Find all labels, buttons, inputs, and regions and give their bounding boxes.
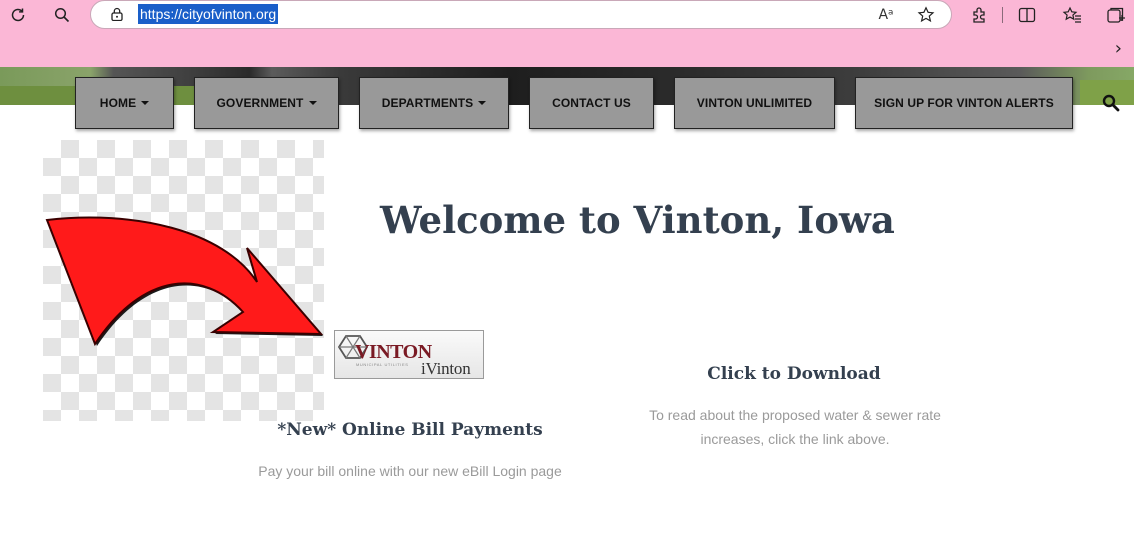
- nav-vinton-alerts-label: SIGN UP FOR VINTON ALERTS: [874, 96, 1054, 110]
- logo-tagline: iVinton: [421, 359, 471, 378]
- chevron-right-icon[interactable]: ›: [1115, 38, 1122, 59]
- download-heading[interactable]: Click to Download: [644, 364, 944, 384]
- site-search-icon[interactable]: [1102, 94, 1120, 112]
- search-icon[interactable]: [49, 3, 75, 27]
- nav-government[interactable]: GOVERNMENT: [194, 77, 339, 129]
- favorites-icon[interactable]: [1059, 3, 1085, 27]
- collections-icon[interactable]: [1103, 3, 1129, 27]
- refresh-icon[interactable]: [5, 3, 31, 27]
- nav-contact-us[interactable]: CONTACT US: [529, 77, 654, 129]
- nav-vinton-unlimited[interactable]: VINTON UNLIMITED: [674, 77, 835, 129]
- red-arrow-icon: [45, 216, 324, 347]
- split-screen-icon[interactable]: [1014, 3, 1040, 27]
- nav-departments[interactable]: DEPARTMENTS: [359, 77, 509, 129]
- nav-vinton-alerts[interactable]: SIGN UP FOR VINTON ALERTS: [855, 77, 1073, 129]
- read-aloud-icon[interactable]: Aᵃ: [875, 4, 897, 26]
- lock-icon[interactable]: [111, 7, 123, 21]
- address-bar[interactable]: https://cityofvinton.org Aᵃ: [90, 0, 952, 29]
- nav-home-label: HOME: [99, 96, 137, 110]
- extensions-icon[interactable]: [966, 3, 992, 27]
- page-title: Welcome to Vinton, Iowa: [380, 198, 895, 242]
- logo-subtitle: MUNICIPAL UTILITIES: [356, 362, 409, 367]
- bill-payments-heading[interactable]: *New* Online Bill Payments: [260, 420, 560, 440]
- caret-down-icon: [308, 101, 317, 105]
- nav-contact-label: CONTACT US: [552, 96, 631, 110]
- nav-home[interactable]: HOME: [75, 77, 174, 129]
- nav-departments-label: DEPARTMENTS: [381, 96, 474, 110]
- nav-government-label: GOVERNMENT: [216, 96, 304, 110]
- bill-payments-text: Pay your bill online with our new eBill …: [258, 463, 562, 479]
- download-text: To read about the proposed water & sewer…: [649, 407, 941, 447]
- url-text[interactable]: https://cityofvinton.org: [138, 4, 279, 24]
- favorite-star-icon[interactable]: [915, 4, 937, 26]
- caret-down-icon: [478, 101, 487, 105]
- vinton-utilities-logo[interactable]: VINTON MUNICIPAL UTILITIES iVinton: [334, 330, 484, 379]
- browser-toolbar: https://cityofvinton.org Aᵃ: [0, 0, 1134, 30]
- favorites-bar: ›: [0, 30, 1134, 67]
- toolbar-divider: [1002, 7, 1003, 23]
- caret-down-icon: [141, 101, 150, 105]
- nav-vinton-unlimited-label: VINTON UNLIMITED: [696, 96, 813, 110]
